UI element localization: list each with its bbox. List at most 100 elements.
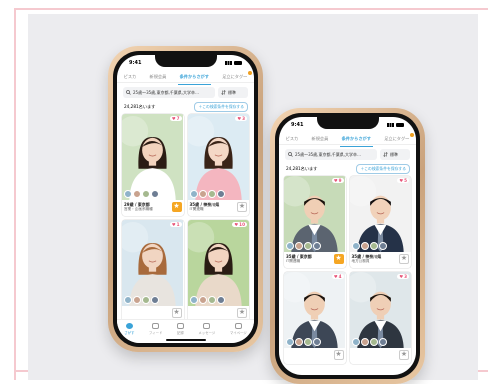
profile-card[interactable]: ♥ 5 35歳 / 神奈川県 地方公務員 ★ — [349, 176, 412, 268]
tab-pickup[interactable]: ピスカ — [122, 72, 139, 82]
thumbnail[interactable] — [216, 296, 225, 304]
nav-record[interactable]: 記録 — [176, 323, 184, 335]
battery-icon — [234, 61, 242, 65]
photo-thumbnails — [189, 190, 225, 198]
profile-card[interactable]: ♥ 10 ★ — [187, 220, 249, 322]
nav-mypage[interactable]: マイページ — [230, 323, 247, 335]
photo-thumbnails — [351, 242, 387, 250]
favorite-star-icon[interactable]: ★ — [399, 350, 409, 360]
thumbnail[interactable] — [207, 190, 216, 198]
notification-dot — [248, 70, 253, 75]
like-count: 5 — [404, 178, 407, 183]
thumbnail[interactable] — [189, 296, 198, 304]
thumbnail[interactable] — [378, 338, 387, 346]
tab-tags[interactable]: 足立にタグ〜 — [220, 70, 253, 82]
profile-photo-wrap: ♥ 7 — [122, 114, 184, 200]
thumbnail[interactable] — [124, 190, 132, 198]
profile-photo — [122, 220, 183, 306]
thumbnail[interactable] — [151, 296, 159, 304]
thumbnail[interactable] — [216, 190, 225, 198]
profile-grid: ♥ 7 29歳 / 東京都 営業・企画系職種 ★ ♥ 3 35歳 / 神奈川県 IT関連… — [122, 114, 249, 322]
tab-search-by-condition[interactable]: 条件からさがす — [177, 72, 212, 85]
tab-tags[interactable]: 足立にタグ〜 — [382, 132, 415, 144]
thumbnail[interactable] — [313, 242, 321, 250]
thumbnail[interactable] — [351, 338, 360, 346]
tab-pickup[interactable]: ピスカ — [284, 134, 301, 144]
nav-feed[interactable]: フィード — [149, 323, 162, 335]
favorite-star-icon[interactable]: ★ — [333, 254, 344, 264]
search-nav-icon — [125, 323, 133, 329]
nav-search[interactable]: さがす — [124, 323, 134, 335]
favorite-star-icon[interactable]: ★ — [237, 202, 247, 212]
tab-new-members[interactable]: 新規会員 — [310, 134, 331, 144]
thumbnail[interactable] — [198, 296, 207, 304]
profile-card[interactable]: ♥ 7 29歳 / 東京都 営業・企画系職種 ★ — [122, 114, 184, 216]
photo-thumbnails — [124, 190, 159, 198]
heart-icon: ♥ — [234, 222, 239, 227]
like-badge: ♥ 1 — [169, 222, 182, 227]
favorite-star-icon[interactable]: ★ — [171, 308, 182, 318]
left-border — [14, 8, 16, 380]
thumbnail[interactable] — [124, 296, 132, 304]
favorite-star-icon[interactable]: ★ — [171, 202, 182, 212]
like-count: 1 — [176, 222, 180, 227]
thumbnail[interactable] — [369, 242, 378, 250]
thumbnail[interactable] — [207, 296, 216, 304]
notch — [154, 55, 217, 67]
profile-info: 35歳 / 神奈川県 地方公務員 ★ — [350, 252, 412, 268]
thumbnail[interactable] — [286, 338, 294, 346]
profile-card[interactable]: ♥ 1 ★ — [122, 220, 184, 322]
favorite-star-icon[interactable]: ★ — [333, 350, 344, 360]
profile-info: 29歳 / 東京都 営業・企画系職種 ★ — [122, 200, 184, 216]
thumbnail[interactable] — [313, 338, 321, 346]
thumbnail[interactable] — [378, 242, 387, 250]
like-count: 3 — [242, 116, 245, 121]
thumbnail[interactable] — [351, 242, 360, 250]
profile-photo-wrap: ♥ 3 — [187, 114, 250, 200]
tab-search-by-condition[interactable]: 条件からさがす — [339, 134, 374, 147]
like-count: 9 — [338, 178, 342, 183]
like-count: 3 — [404, 274, 407, 279]
thumbnail[interactable] — [142, 190, 150, 198]
heart-icon: ♥ — [171, 222, 176, 227]
thumbnail[interactable] — [142, 296, 150, 304]
like-badge: ♥ 9 — [331, 178, 344, 183]
tab-new-members[interactable]: 新規会員 — [148, 72, 169, 82]
thumbnail[interactable] — [369, 338, 378, 346]
like-count: 10 — [239, 222, 245, 227]
favorite-star-icon[interactable]: ★ — [237, 308, 247, 318]
notification-dot — [410, 132, 415, 137]
search-input[interactable]: 25歳〜35歳,東京都,千葉県,大学卒… — [123, 87, 215, 98]
thumbnail[interactable] — [133, 296, 141, 304]
profile-photo-wrap: ♥ 1 — [122, 220, 184, 306]
save-condition-button[interactable]: ＋この検索条件を保存する — [194, 101, 248, 112]
thumbnail[interactable] — [133, 190, 141, 198]
thumbnail[interactable] — [295, 338, 303, 346]
thumbnail[interactable] — [304, 242, 312, 250]
thumbnail[interactable] — [360, 242, 369, 250]
nav-message[interactable]: メッセージ — [198, 323, 215, 335]
sort-select[interactable]: 標準 — [380, 149, 410, 160]
result-meta: 24,281名います ＋この検索条件を保存する — [124, 101, 248, 112]
profile-card[interactable]: ♥ 4 ★ — [284, 272, 346, 364]
sort-icon — [221, 90, 226, 95]
save-condition-button[interactable]: ＋この検索条件を保存する — [356, 163, 410, 174]
thumbnail[interactable] — [304, 338, 312, 346]
thumbnail[interactable] — [151, 190, 159, 198]
search-query: 25歳〜35歳,東京都,千葉県,大学卒… — [295, 151, 361, 157]
tab-bar: ピスカ 新規会員 条件からさがす 足立にタグ〜 — [279, 132, 416, 147]
favorite-star-icon[interactable]: ★ — [399, 254, 409, 264]
search-row: 25歳〜35歳,東京都,千葉県,大学卒… 標準 — [123, 87, 248, 98]
thumbnail[interactable] — [360, 338, 369, 346]
mypage-icon — [234, 323, 242, 329]
thumbnail[interactable] — [189, 190, 198, 198]
thumbnail[interactable] — [295, 242, 303, 250]
thumbnail[interactable] — [286, 242, 294, 250]
profile-card[interactable]: ♥ 3 ★ — [349, 272, 411, 364]
status-icons — [387, 123, 404, 127]
profile-card[interactable]: ♥ 9 35歳 / 東京都 IT関連職 ★ — [284, 176, 346, 268]
sort-select[interactable]: 標準 — [218, 87, 248, 98]
search-input[interactable]: 25歳〜35歳,東京都,千葉県,大学卒… — [285, 149, 377, 160]
profile-card[interactable]: ♥ 3 35歳 / 神奈川県 IT関連職 ★ — [187, 114, 250, 216]
thumbnail[interactable] — [198, 190, 207, 198]
